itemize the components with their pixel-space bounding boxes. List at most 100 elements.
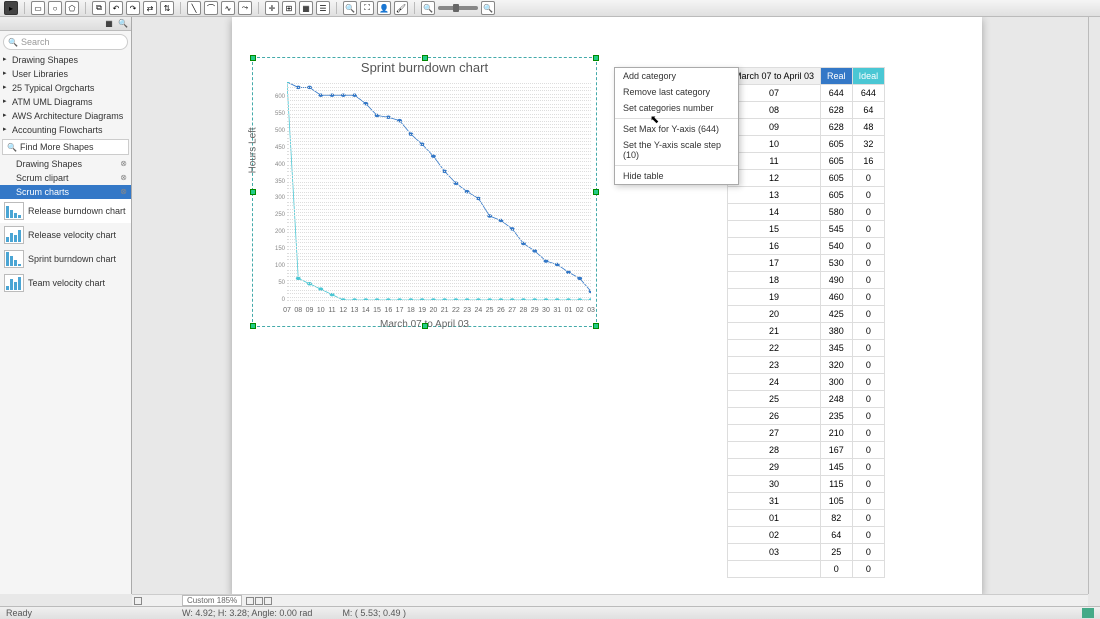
resize-handle[interactable] xyxy=(250,55,256,61)
table-row[interactable]: 155450 xyxy=(728,221,885,238)
resize-handle[interactable] xyxy=(593,55,599,61)
table-row[interactable]: 01820 xyxy=(728,510,885,527)
tool-pointer[interactable]: ▸ xyxy=(4,1,18,15)
status-ready: Ready xyxy=(6,608,32,618)
table-row[interactable]: 07644644 xyxy=(728,85,885,102)
search-input[interactable]: Search xyxy=(3,34,128,50)
tool-search[interactable]: 🔍 xyxy=(343,1,357,15)
shape-entry[interactable]: Release burndown chart xyxy=(0,199,131,223)
table-row[interactable]: 311050 xyxy=(728,493,885,510)
table-row[interactable]: 126050 xyxy=(728,170,885,187)
tool-duplicate[interactable]: ⧉ xyxy=(92,1,106,15)
tool-flip-v[interactable]: ⇅ xyxy=(160,1,174,15)
tree-item[interactable]: Accounting Flowcharts xyxy=(0,123,131,137)
y-axis-label: Hours Left xyxy=(248,127,259,173)
view-btn[interactable] xyxy=(255,597,263,605)
bottom-ruler: Custom 185% xyxy=(132,594,1088,606)
tool-group[interactable]: ▦ xyxy=(299,1,313,15)
zoom-indicator[interactable]: Custom 185% xyxy=(182,595,242,606)
table-row[interactable]: 252480 xyxy=(728,391,885,408)
tree-item[interactable]: 25 Typical Orgcharts xyxy=(0,81,131,95)
table-row[interactable]: 194600 xyxy=(728,289,885,306)
menu-separator xyxy=(615,118,738,119)
table-row[interactable]: 233200 xyxy=(728,357,885,374)
tool-brush[interactable]: 🖌 xyxy=(394,1,408,15)
subsection-item[interactable]: Drawing Shapes⊗ xyxy=(0,157,131,171)
tool-edit-points[interactable]: ✛ xyxy=(265,1,279,15)
tree-item[interactable]: AWS Architecture Diagrams xyxy=(0,109,131,123)
table-row[interactable]: 0862864 xyxy=(728,102,885,119)
menu-set-ymax[interactable]: Set Max for Y-axis (644) xyxy=(615,121,738,137)
subsection-item[interactable]: Scrum charts⊗ xyxy=(0,185,131,199)
table-row[interactable]: 00 xyxy=(728,561,885,578)
table-row[interactable]: 165400 xyxy=(728,238,885,255)
table-row[interactable]: 184900 xyxy=(728,272,885,289)
zoom-in-icon[interactable]: 🔍 xyxy=(481,1,495,15)
table-row[interactable]: 243000 xyxy=(728,374,885,391)
table-row[interactable]: 175300 xyxy=(728,255,885,272)
canvas[interactable]: Sprint burndown chart Hours Left 0501001… xyxy=(132,17,1088,594)
table-row[interactable]: 301150 xyxy=(728,476,885,493)
table-row[interactable]: 291450 xyxy=(728,459,885,476)
tool-layers[interactable]: 👤 xyxy=(377,1,391,15)
resize-handle[interactable] xyxy=(422,323,428,329)
tool-line[interactable]: ╲ xyxy=(187,1,201,15)
tool-spline[interactable]: ∿ xyxy=(221,1,235,15)
tool-ellipse[interactable]: ○ xyxy=(48,1,62,15)
subsection-item[interactable]: Scrum clipart⊗ xyxy=(0,171,131,185)
panel-grid-icon[interactable]: ▦ xyxy=(103,17,115,29)
menu-hide-table[interactable]: Hide table xyxy=(615,168,738,184)
vertical-scrollbar[interactable] xyxy=(1088,17,1100,594)
tool-polygon[interactable]: ⬠ xyxy=(65,1,79,15)
tree-item[interactable]: ATM UML Diagrams xyxy=(0,95,131,109)
shape-entry[interactable]: Team velocity chart xyxy=(0,271,131,295)
table-row[interactable]: 1060532 xyxy=(728,136,885,153)
table-row[interactable]: 204250 xyxy=(728,306,885,323)
table-row[interactable]: 03250 xyxy=(728,544,885,561)
view-btn[interactable] xyxy=(246,597,254,605)
tool-flip-h[interactable]: ⇄ xyxy=(143,1,157,15)
tool-arc[interactable]: ⌒ xyxy=(204,1,218,15)
chart-data-table: March 07 to April 03 Real Ideal 07644644… xyxy=(727,67,885,578)
shape-list: Release burndown chartRelease velocity c… xyxy=(0,199,131,295)
menu-remove-last[interactable]: Remove last category xyxy=(615,84,738,100)
resize-handle[interactable] xyxy=(422,55,428,61)
table-row[interactable]: 1160516 xyxy=(728,153,885,170)
table-row[interactable]: 145800 xyxy=(728,204,885,221)
resize-handle[interactable] xyxy=(250,323,256,329)
table-row[interactable]: 136050 xyxy=(728,187,885,204)
status-corner-icon[interactable] xyxy=(1082,608,1094,618)
tool-fit[interactable]: ⛶ xyxy=(360,1,374,15)
shape-entry[interactable]: Release velocity chart xyxy=(0,223,131,247)
tool-align[interactable]: ⊞ xyxy=(282,1,296,15)
tool-rotate-left[interactable]: ↶ xyxy=(109,1,123,15)
shape-entry[interactable]: Sprint burndown chart xyxy=(0,247,131,271)
tree-item[interactable]: Drawing Shapes xyxy=(0,53,131,67)
subsections: Drawing Shapes⊗Scrum clipart⊗Scrum chart… xyxy=(0,157,131,199)
table-row[interactable]: 262350 xyxy=(728,408,885,425)
sprint-burndown-chart[interactable]: Sprint burndown chart Hours Left 0501001… xyxy=(252,57,597,327)
view-btn[interactable] xyxy=(264,597,272,605)
tool-rect[interactable]: ▭ xyxy=(31,1,45,15)
panel-search-icon[interactable]: 🔍 xyxy=(117,17,129,29)
tree-item[interactable]: User Libraries xyxy=(0,67,131,81)
separator xyxy=(180,2,181,14)
resize-handle[interactable] xyxy=(593,323,599,329)
zoom-out-icon[interactable]: 🔍 xyxy=(421,1,435,15)
ruler-btn[interactable] xyxy=(134,597,142,605)
table-row[interactable]: 223450 xyxy=(728,340,885,357)
menu-set-categories[interactable]: Set categories number xyxy=(615,100,738,116)
table-row[interactable]: 0962848 xyxy=(728,119,885,136)
tool-distribute[interactable]: ☰ xyxy=(316,1,330,15)
menu-add-category[interactable]: Add category xyxy=(615,68,738,84)
zoom-slider[interactable] xyxy=(438,6,478,10)
tool-connector[interactable]: ⤳ xyxy=(238,1,252,15)
table-row[interactable]: 272100 xyxy=(728,425,885,442)
page: Sprint burndown chart Hours Left 0501001… xyxy=(232,17,982,594)
tool-rotate-right[interactable]: ↷ xyxy=(126,1,140,15)
table-row[interactable]: 02640 xyxy=(728,527,885,544)
table-row[interactable]: 213800 xyxy=(728,323,885,340)
table-row[interactable]: 281670 xyxy=(728,442,885,459)
menu-set-ystep[interactable]: Set the Y-axis scale step (10) xyxy=(615,137,738,163)
find-more-shapes[interactable]: Find More Shapes xyxy=(2,139,129,155)
